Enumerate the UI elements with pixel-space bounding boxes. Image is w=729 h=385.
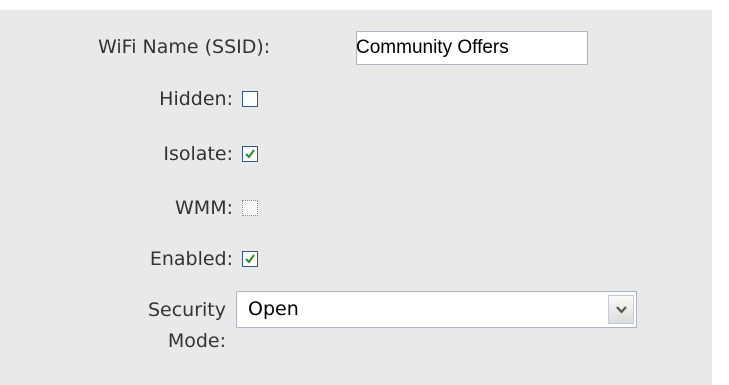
check-icon [245,149,255,159]
security-mode-label-line2: Mode: [167,330,226,352]
security-mode-value: Open [248,298,299,320]
security-mode-label-line1: Security [147,299,226,321]
ssid-label: WiFi Name (SSID): [98,36,271,58]
security-mode-dropdown-button[interactable] [608,295,634,324]
hidden-checkbox[interactable] [242,91,258,107]
hidden-label: Hidden: [159,88,233,110]
ssid-input[interactable]: Community Offers [356,31,588,65]
wmm-label: WMM: [175,197,233,219]
chevron-down-icon [616,306,627,314]
isolate-checkbox[interactable] [242,146,258,162]
security-mode-select[interactable]: Open [236,291,637,328]
enabled-label: Enabled: [149,248,233,270]
wmm-checkbox[interactable] [242,200,258,216]
settings-panel [0,10,712,385]
isolate-label: Isolate: [163,143,233,165]
check-icon [245,254,255,264]
enabled-checkbox[interactable] [242,251,258,267]
